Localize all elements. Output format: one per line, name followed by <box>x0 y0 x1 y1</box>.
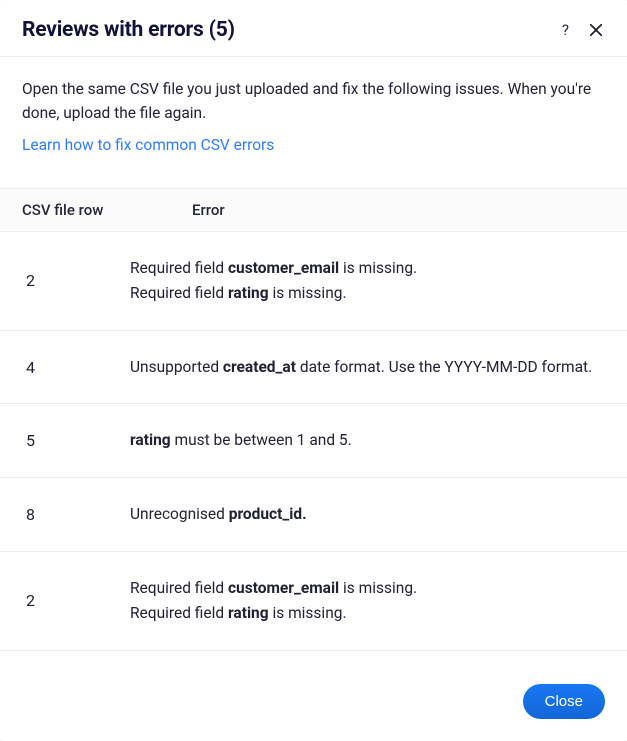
modal-header: Reviews with errors (5) ? <box>0 0 627 56</box>
cell-error-message: Required field customer_email is missing… <box>130 256 605 306</box>
error-line: rating must be between 1 and 5. <box>130 428 605 453</box>
table-header: CSV file row Error <box>0 188 627 232</box>
cell-error-message: rating must be between 1 and 5. <box>130 428 605 453</box>
intro-section: Open the same CSV file you just uploaded… <box>0 57 627 160</box>
error-field-name: rating <box>130 431 171 449</box>
close-button[interactable]: Close <box>523 684 605 719</box>
error-field-name: customer_email <box>228 579 339 597</box>
col-header-error: Error <box>192 201 605 219</box>
cell-row-number: 4 <box>22 358 130 377</box>
intro-text: Open the same CSV file you just uploaded… <box>22 77 605 125</box>
error-line: Required field customer_email is missing… <box>130 576 605 601</box>
close-icon[interactable] <box>587 21 605 39</box>
modal-footer: Close <box>0 666 627 741</box>
header-actions: ? <box>562 21 605 39</box>
cell-row-number: 5 <box>22 431 130 450</box>
learn-link[interactable]: Learn how to fix common CSV errors <box>22 136 274 154</box>
error-line: Required field customer_email is missing… <box>130 256 605 281</box>
cell-error-message: Required field customer_email is missing… <box>130 576 605 626</box>
error-line: Unrecognised product_id. <box>130 502 605 527</box>
error-line: Unsupported created_at date format. Use … <box>130 355 605 380</box>
error-field-name: created_at <box>223 358 296 376</box>
error-field-name: rating <box>228 284 269 302</box>
cell-row-number: 2 <box>22 271 130 290</box>
table-row: 8Unrecognised product_id. <box>0 478 627 552</box>
table-row: 5rating must be between 1 and 5. <box>0 404 627 478</box>
error-modal: Reviews with errors (5) ? Open the same … <box>0 0 627 741</box>
table-row: 2Required field customer_email is missin… <box>0 552 627 651</box>
help-icon[interactable]: ? <box>562 23 569 38</box>
col-header-row: CSV file row <box>22 201 192 219</box>
table-row: 2Required field customer_email is missin… <box>0 232 627 331</box>
cell-row-number: 2 <box>22 591 130 610</box>
cell-row-number: 8 <box>22 505 130 524</box>
cell-error-message: Unrecognised product_id. <box>130 502 605 527</box>
error-field-name: product_id. <box>229 505 307 523</box>
error-field-name: customer_email <box>228 259 339 277</box>
modal-title: Reviews with errors (5) <box>22 18 562 42</box>
table-body: 2Required field customer_email is missin… <box>0 232 627 651</box>
errors-table: CSV file row Error 2Required field custo… <box>0 188 627 651</box>
error-line: Required field rating is missing. <box>130 281 605 306</box>
table-row: 4Unsupported created_at date format. Use… <box>0 331 627 405</box>
error-field-name: rating <box>228 604 269 622</box>
error-line: Required field rating is missing. <box>130 601 605 626</box>
cell-error-message: Unsupported created_at date format. Use … <box>130 355 605 380</box>
